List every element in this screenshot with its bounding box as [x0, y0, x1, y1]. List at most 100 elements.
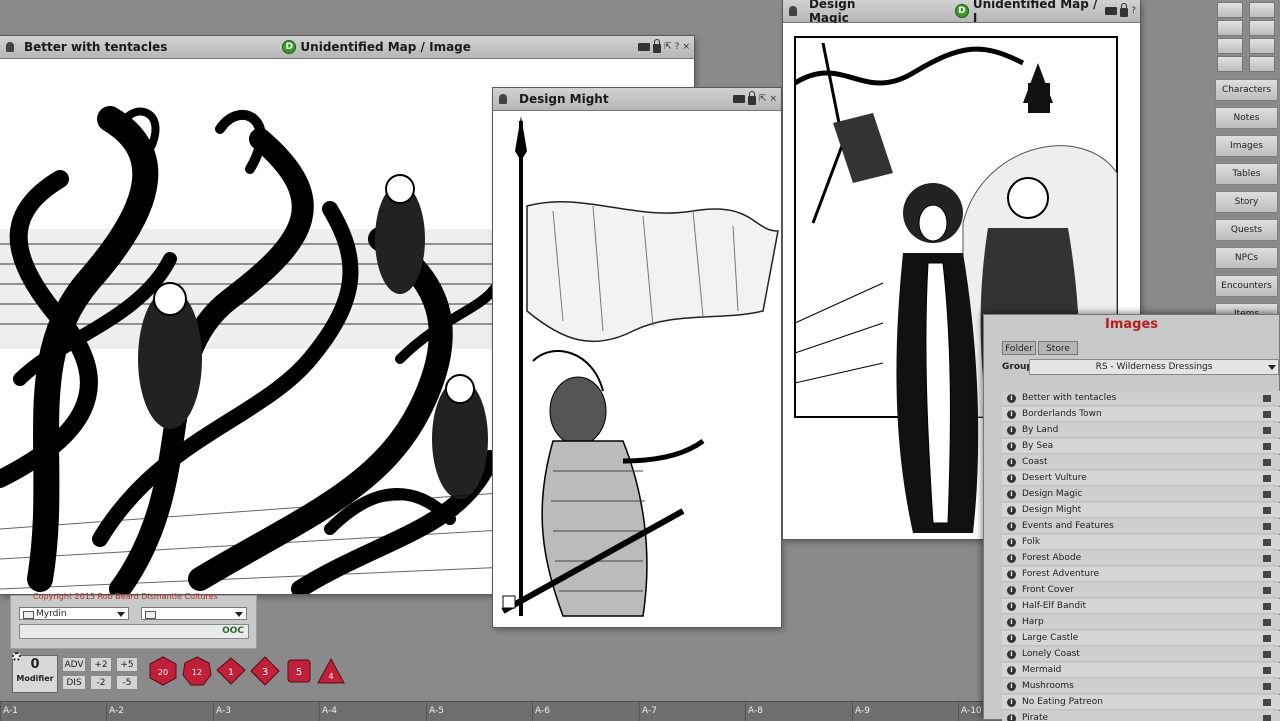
sidebar-notes[interactable]: Notes [1215, 107, 1278, 129]
tool-camera-icon[interactable] [1217, 56, 1243, 72]
list-item[interactable]: i Large Castle [1002, 631, 1280, 646]
share-icon[interactable] [1263, 491, 1271, 498]
modifier-box[interactable]: 0 Modifier [12, 655, 58, 693]
d6-icon[interactable]: 5 [284, 656, 314, 686]
list-item[interactable]: i Mushrooms [1002, 679, 1280, 694]
d12-icon[interactable]: 12 [182, 656, 212, 686]
sidebar-images[interactable]: Images [1215, 135, 1278, 157]
share-icon[interactable] [1263, 507, 1271, 514]
help-icon[interactable]: ? [1131, 6, 1136, 16]
link-icon[interactable] [499, 94, 507, 104]
share-icon[interactable] [1263, 555, 1271, 562]
list-item[interactable]: i Desert Vulture [1002, 471, 1280, 486]
list-item[interactable]: i Forest Abode [1002, 551, 1280, 566]
close-icon[interactable]: × [682, 42, 690, 52]
list-item[interactable]: i Harp [1002, 615, 1280, 630]
minus5-button[interactable]: -5 [116, 675, 138, 690]
list-item[interactable]: i Borderlands Town [1002, 407, 1280, 422]
lock-icon[interactable] [653, 39, 662, 53]
info-icon[interactable]: i [1007, 538, 1016, 547]
info-icon[interactable]: i [1007, 602, 1016, 611]
tool-gear-icon[interactable] [1249, 38, 1275, 54]
dis-button[interactable]: DIS [62, 675, 86, 690]
info-icon[interactable]: i [1007, 650, 1016, 659]
info-icon[interactable]: i [1007, 634, 1016, 643]
tool-palette-icon[interactable] [1249, 20, 1275, 36]
list-item[interactable]: i Better with tentacles [1002, 391, 1280, 406]
list-item[interactable]: i Coast [1002, 455, 1280, 470]
tool-user-icon[interactable] [1249, 2, 1275, 18]
info-icon[interactable]: i [1007, 666, 1016, 675]
share-icon[interactable] [1263, 411, 1271, 418]
pin-icon[interactable]: ⇱ [664, 42, 672, 52]
sidebar-characters[interactable]: Characters [1215, 79, 1278, 101]
info-icon[interactable]: i [1007, 570, 1016, 579]
tool-calendar-icon[interactable] [1217, 20, 1243, 36]
minus2-button[interactable]: -2 [90, 675, 112, 690]
share-icon[interactable] [1263, 395, 1271, 402]
link-icon[interactable] [6, 42, 14, 52]
identity-select[interactable]: Myrdin [19, 607, 129, 620]
share-icon[interactable] [1263, 699, 1271, 706]
list-item[interactable]: i No Eating Patreon [1002, 695, 1280, 710]
info-icon[interactable]: i [1007, 458, 1016, 467]
language-select[interactable] [141, 607, 247, 620]
info-icon[interactable]: i [1007, 426, 1016, 435]
list-item[interactable]: i Front Cover [1002, 583, 1280, 598]
pin-icon[interactable]: ⇱ [759, 94, 767, 104]
share-icon[interactable] [1263, 571, 1271, 578]
share-icon[interactable] [1263, 635, 1271, 642]
tool-grid-icon[interactable] [1249, 56, 1275, 72]
image-window-design-might[interactable]: Design Might ⇱ × [493, 88, 781, 627]
sidebar-encounters[interactable]: Encounters [1215, 275, 1278, 297]
list-item[interactable]: i Half-Elf Bandit [1002, 599, 1280, 614]
share-icon[interactable] [1263, 603, 1271, 610]
plus5-button[interactable]: +5 [116, 657, 138, 672]
sidebar-npcs[interactable]: NPCs [1215, 247, 1278, 269]
lock-icon[interactable] [1120, 3, 1129, 17]
sidebar-tables[interactable]: Tables [1215, 163, 1278, 185]
share-icon[interactable] [1263, 539, 1271, 546]
tool-moon-icon[interactable] [1217, 38, 1243, 54]
share-icon[interactable] [638, 43, 651, 51]
window-titlebar[interactable]: Better with tentacles D Unidentified Map… [0, 36, 694, 59]
list-item[interactable]: i Mermaid [1002, 663, 1280, 678]
info-icon[interactable]: i [1007, 410, 1016, 419]
share-icon[interactable] [1105, 7, 1118, 15]
share-icon[interactable] [1263, 667, 1271, 674]
gear-icon[interactable] [12, 652, 21, 661]
info-icon[interactable]: i [1007, 682, 1016, 691]
share-icon[interactable] [1263, 587, 1271, 594]
close-icon[interactable]: × [769, 94, 777, 104]
list-item[interactable]: i Folk [1002, 535, 1280, 550]
plus2-button[interactable]: +2 [90, 657, 112, 672]
info-icon[interactable]: i [1007, 394, 1016, 403]
share-icon[interactable] [1263, 651, 1271, 658]
d20-icon[interactable]: 20 [148, 656, 178, 686]
chat-mode[interactable]: OOC [222, 625, 244, 638]
share-icon[interactable] [1263, 459, 1271, 466]
info-icon[interactable]: i [1007, 522, 1016, 531]
info-icon[interactable]: i [1007, 698, 1016, 707]
help-icon[interactable]: ? [675, 42, 680, 52]
share-icon[interactable] [1263, 619, 1271, 626]
share-icon[interactable] [1263, 523, 1271, 530]
info-icon[interactable]: i [1007, 474, 1016, 483]
share-icon[interactable] [1263, 683, 1271, 690]
list-item[interactable]: i Lonely Coast [1002, 647, 1280, 662]
share-icon[interactable] [1263, 475, 1271, 482]
list-item[interactable]: i Design Might [1002, 503, 1280, 518]
share-icon[interactable] [1263, 443, 1271, 450]
image-viewport[interactable] [493, 111, 781, 627]
info-icon[interactable]: i [1007, 618, 1016, 627]
list-item[interactable]: i Forest Adventure [1002, 567, 1280, 582]
info-icon[interactable]: i [1007, 506, 1016, 515]
info-icon[interactable]: i [1007, 586, 1016, 595]
list-item[interactable]: i Events and Features [1002, 519, 1280, 534]
tool-pencil-icon[interactable] [1217, 2, 1243, 18]
lock-icon[interactable] [747, 91, 756, 105]
id-badge-icon[interactable]: D [282, 40, 297, 54]
share-icon[interactable] [1263, 427, 1271, 434]
window-titlebar[interactable]: Design Might ⇱ × [493, 88, 781, 111]
adv-button[interactable]: ADV [62, 657, 86, 672]
